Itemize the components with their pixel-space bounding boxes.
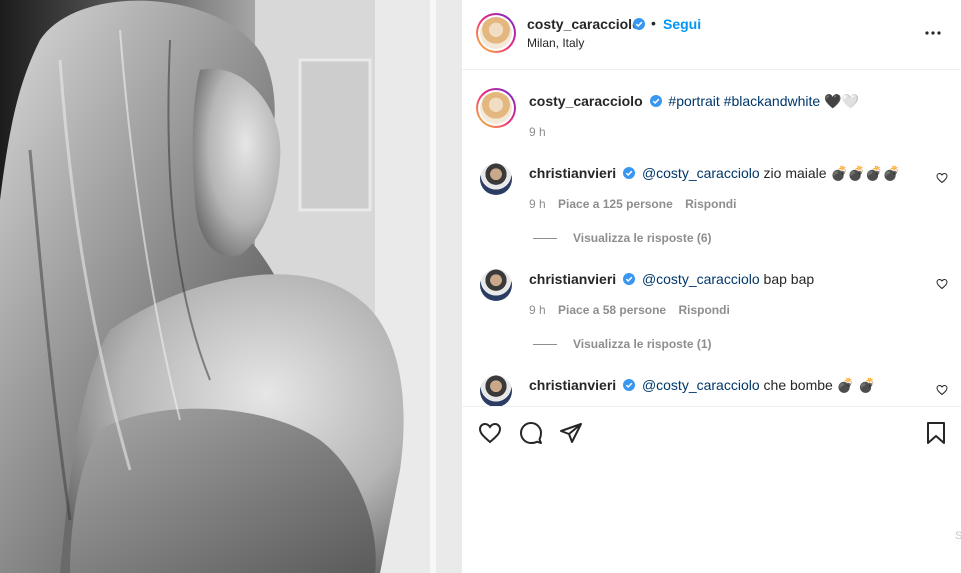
comment-time[interactable]: 9 h <box>529 197 546 211</box>
scroll-hint: S <box>955 530 961 542</box>
post-photo[interactable] <box>0 0 462 573</box>
follow-button[interactable]: Segui <box>663 16 701 32</box>
heart-icon[interactable] <box>478 421 502 445</box>
commenter-avatar[interactable] <box>480 163 512 195</box>
post-location[interactable]: Milan, Italy <box>527 36 584 50</box>
comment-text: christianvieri @costy_caracciolo zio mai… <box>529 165 900 182</box>
comment-body: bap bap <box>759 271 815 287</box>
comment-icon[interactable] <box>519 421 543 445</box>
comment-text: christianvieri @costy_caracciolo bap bap <box>529 271 814 287</box>
commenter-username[interactable]: christianvieri <box>529 271 616 287</box>
comment-mention[interactable]: @costy_caracciolo <box>642 165 760 181</box>
view-replies-button[interactable]: Visualizza le risposte (6) <box>573 231 712 245</box>
comment-likes[interactable]: Piace a 58 persone <box>558 303 666 317</box>
caption-text: costy_caracciolo #portrait #blackandwhit… <box>529 93 859 110</box>
commenter-username[interactable]: christianvieri <box>529 165 616 181</box>
separator-dot: • <box>651 15 656 31</box>
caption-username[interactable]: costy_caracciolo <box>529 93 643 109</box>
author-username[interactable]: costy_caracciolo <box>527 16 641 32</box>
post-panel: costy_caracciolo • Segui Milan, Italy co… <box>462 0 961 573</box>
comment-meta: 9 h Piace a 125 persone Rispondi <box>529 197 736 211</box>
more-options-icon[interactable] <box>924 24 942 42</box>
comment-like-heart-icon[interactable] <box>936 384 948 396</box>
author-avatar[interactable] <box>476 13 516 53</box>
action-bar <box>462 406 961 461</box>
post-header: costy_caracciolo • Segui Milan, Italy <box>462 0 961 70</box>
replies-divider <box>533 344 557 345</box>
bookmark-icon[interactable] <box>924 421 948 445</box>
verified-badge-icon <box>623 167 636 179</box>
comment-body: che bombe 💣 💣 <box>759 377 876 393</box>
view-replies-button[interactable]: Visualizza le risposte (1) <box>573 337 712 351</box>
caption-hashtags[interactable]: #portrait #blackandwhite 🖤🤍 <box>668 93 859 109</box>
verified-badge-icon <box>649 95 662 107</box>
comment-mention[interactable]: @costy_caracciolo <box>642 377 760 393</box>
comments-list: costy_caracciolo #portrait #blackandwhit… <box>462 70 961 406</box>
caption-avatar[interactable] <box>476 88 516 128</box>
panel-bottom: S <box>462 460 961 573</box>
verified-badge-icon <box>623 273 636 285</box>
comment-like-heart-icon[interactable] <box>936 278 948 290</box>
comment-mention[interactable]: @costy_caracciolo <box>642 271 760 287</box>
comment-likes[interactable]: Piace a 125 persone <box>558 197 673 211</box>
share-icon[interactable] <box>559 421 583 445</box>
verified-badge-icon <box>623 379 636 391</box>
comment-text: christianvieri @costy_caracciolo che bom… <box>529 377 875 394</box>
caption-time[interactable]: 9 h <box>529 125 546 139</box>
comment-body: zio maiale 💣💣💣💣 <box>759 165 901 181</box>
commenter-avatar[interactable] <box>480 269 512 301</box>
reply-button[interactable]: Rispondi <box>678 303 729 317</box>
replies-divider <box>533 238 557 239</box>
portrait-image <box>0 0 462 573</box>
commenter-username[interactable]: christianvieri <box>529 377 616 393</box>
commenter-avatar[interactable] <box>480 375 512 406</box>
comment-meta: 9 h Piace a 58 persone Rispondi <box>529 303 730 317</box>
verified-badge-icon <box>633 18 645 30</box>
comment-like-heart-icon[interactable] <box>936 172 948 184</box>
comment-time[interactable]: 9 h <box>529 303 546 317</box>
reply-button[interactable]: Rispondi <box>685 197 736 211</box>
